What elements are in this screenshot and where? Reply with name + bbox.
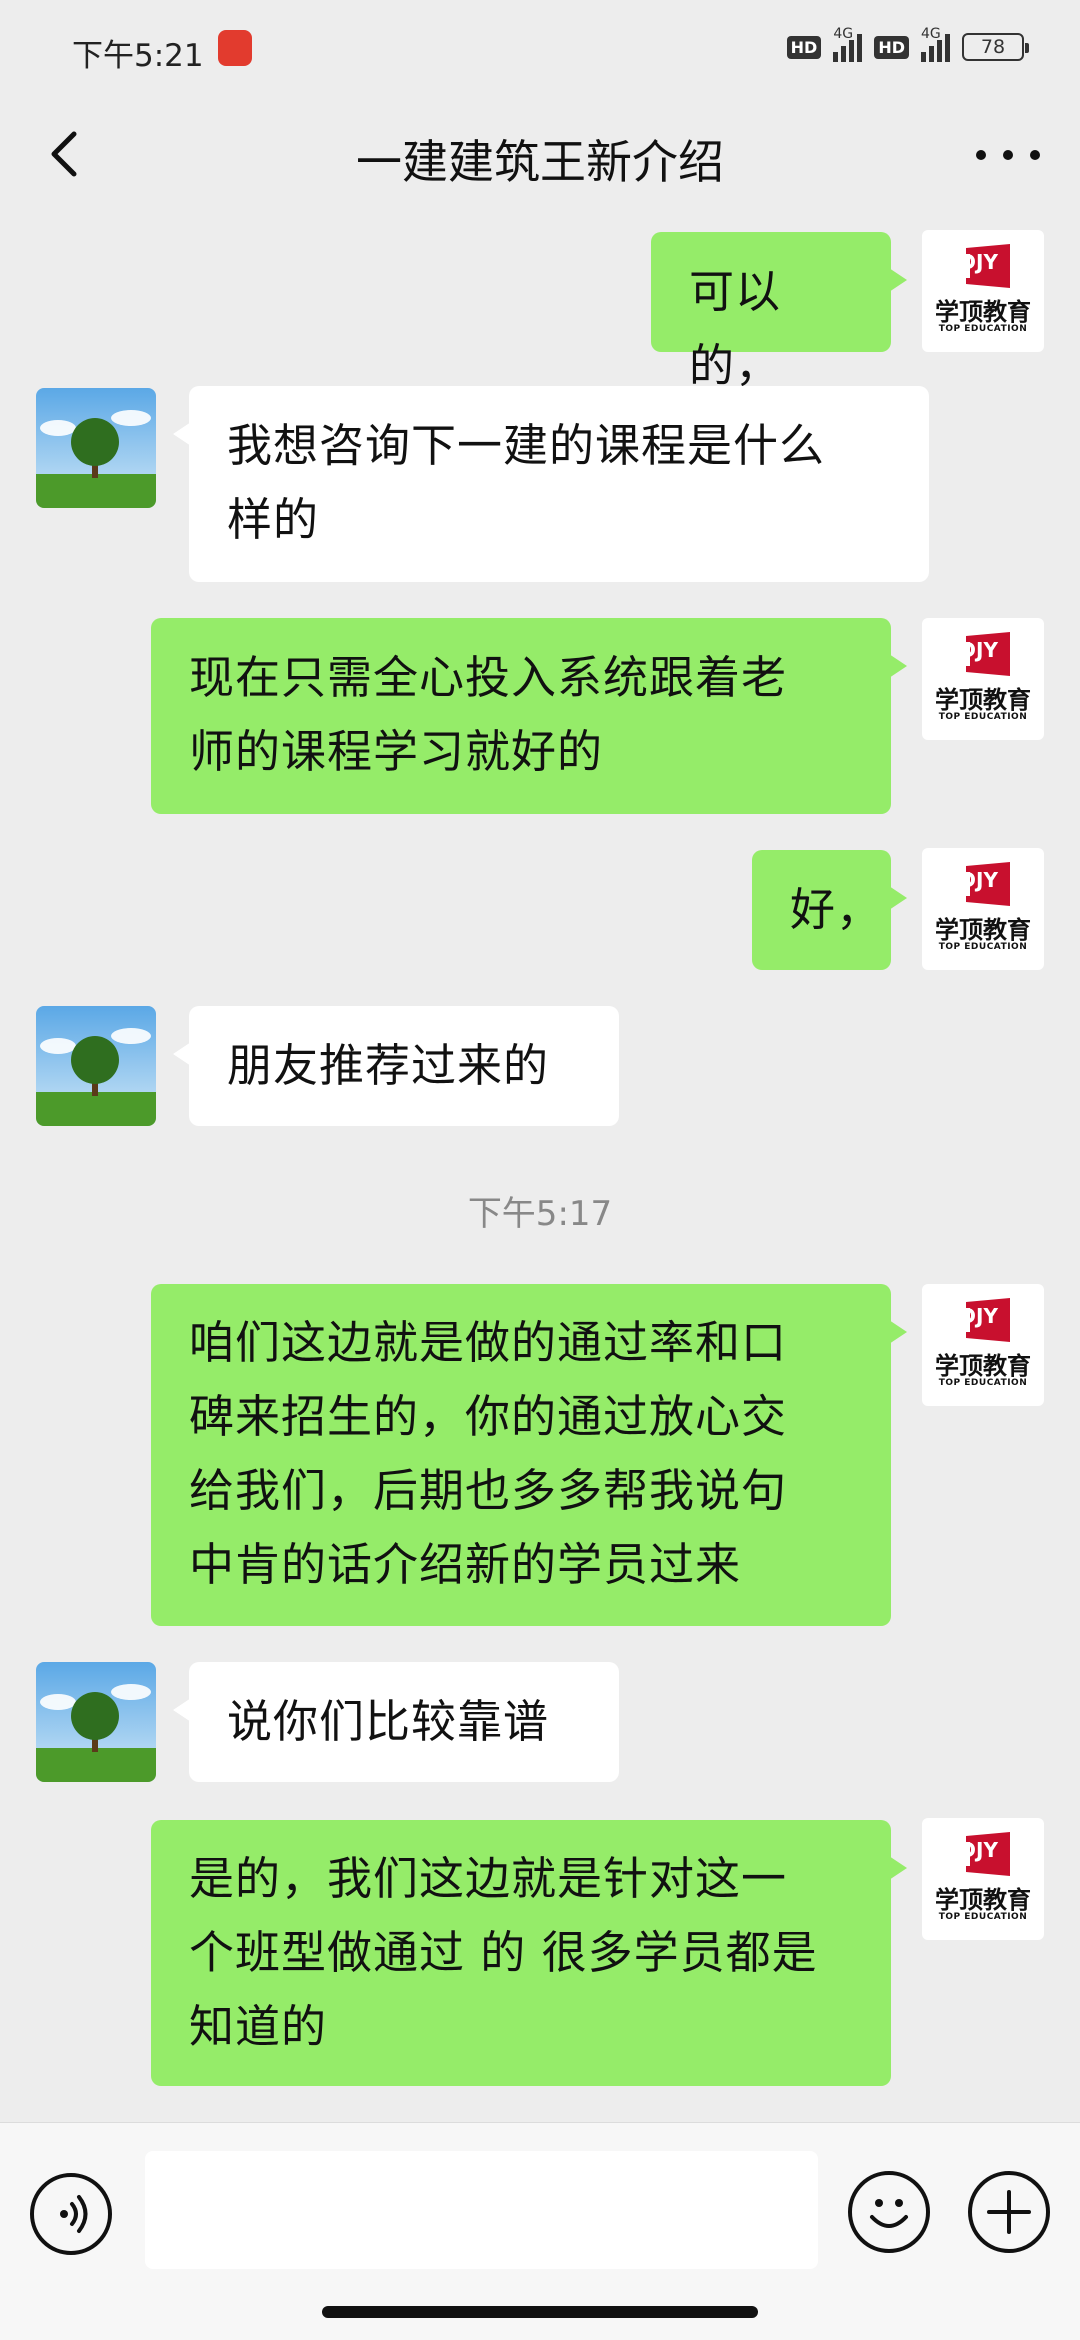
emoji-button[interactable] [848, 2171, 930, 2253]
home-indicator[interactable] [322, 2306, 758, 2318]
voice-icon [60, 2195, 88, 2233]
status-time: 下午5:21 [72, 38, 204, 74]
message-line: 是的，我们这边就是针对这一 [189, 1852, 788, 1905]
message-line: 中肯的话介绍新的学员过来 [189, 1538, 742, 1591]
message-line: 现在只需全心投入系统跟着老 [189, 651, 788, 704]
message-line: 给我们，后期也多多帮我说句 [189, 1464, 788, 1517]
message-bubble-sent[interactable]: 现在只需全心投入系统跟着老 师的课程学习就好的 [151, 618, 907, 814]
battery-icon: 78 [962, 33, 1029, 61]
message-bubble-sent[interactable]: 好， [752, 850, 907, 970]
message-bubble-received[interactable]: 说你们比较靠谱 [173, 1662, 619, 1782]
more-button[interactable] [976, 130, 1040, 180]
logo-cn-text: 学顶教育 [935, 686, 1031, 714]
logo-en-text: TOP EDUCATION [938, 1912, 1028, 1922]
logo-cn-text: 学顶教育 [935, 916, 1031, 944]
message-line: 我想咨询下一建的课程是什么 [227, 419, 826, 472]
logo-cn-text: 学顶教育 [935, 1352, 1031, 1380]
message-line: 师的课程学习就好的 [189, 725, 604, 778]
logo-mark-text: XDJY [944, 868, 998, 892]
logo-cn-text: 学顶教育 [935, 1886, 1031, 1914]
emoji-icon [870, 2199, 908, 2228]
message-line: 知道的 [189, 2000, 328, 2053]
logo-en-text: TOP EDUCATION [938, 942, 1028, 952]
network-label: 4G [833, 26, 854, 42]
chat-timestamp: 下午5:17 [467, 1194, 613, 1234]
message-line: 碑来招生的，你的通过放心交 [189, 1390, 788, 1443]
plus-icon [987, 2190, 1031, 2234]
logo-mark-text: XDJY [944, 1304, 998, 1328]
message-bubble-sent[interactable]: 可以的， [651, 232, 907, 392]
logo-en-text: TOP EDUCATION [938, 324, 1028, 334]
tree-avatar-icon [36, 1662, 156, 1782]
message-line: 咱们这边就是做的通过率和口 [189, 1316, 788, 1369]
message-bubble-received[interactable]: 我想咨询下一建的课程是什么 样的 [173, 386, 929, 582]
avatar-contact[interactable] [36, 388, 156, 508]
message-bubble-sent[interactable]: 咱们这边就是做的通过率和口 碑来招生的，你的通过放心交 给我们，后期也多多帮我说… [151, 1284, 907, 1626]
message-line: 样的 [227, 493, 320, 546]
signal-icon: 4G [833, 26, 863, 62]
more-dots-icon [976, 150, 986, 160]
logo-mark-text: XDJY [944, 1838, 998, 1862]
avatar-self[interactable]: XDJY 学顶教育 TOP EDUCATION [922, 618, 1044, 740]
hd-badge: HD [786, 35, 822, 59]
message-line: 个班型做通过 的 很多学员都是 [189, 1926, 818, 1979]
voice-button[interactable] [30, 2173, 112, 2255]
avatar-self[interactable]: XDJY 学顶教育 TOP EDUCATION [922, 1284, 1044, 1406]
logo-mark-text: XDJY [944, 250, 998, 274]
avatar-self[interactable]: XDJY 学顶教育 TOP EDUCATION [922, 848, 1044, 970]
message-line: 说你们比较靠谱 [227, 1695, 550, 1748]
logo-cn-text: 学顶教育 [935, 298, 1031, 326]
notification-app-icon [218, 30, 252, 66]
logo-en-text: TOP EDUCATION [938, 1378, 1028, 1388]
status-bar: 下午5:21 HD 4G HD 4G 78 [0, 0, 1080, 100]
logo-en-text: TOP EDUCATION [938, 712, 1028, 722]
avatar-contact[interactable] [36, 1662, 156, 1782]
message-input[interactable] [145, 2151, 818, 2269]
avatar-self[interactable]: XDJY 学顶教育 TOP EDUCATION [922, 230, 1044, 352]
message-line: 好， [790, 883, 883, 936]
tree-avatar-icon [36, 1006, 156, 1126]
tree-avatar-icon [36, 388, 156, 508]
message-line: 朋友推荐过来的 [227, 1039, 550, 1092]
hd-badge-2: HD [874, 35, 909, 59]
signal-icon-2: 4G [921, 26, 950, 62]
logo-mark-text: XDJY [944, 638, 998, 662]
avatar-self[interactable]: XDJY 学顶教育 TOP EDUCATION [922, 1818, 1044, 1940]
message-bubble-received[interactable]: 朋友推荐过来的 [173, 1006, 619, 1126]
chat-title: 一建建筑王新介绍 [356, 135, 724, 189]
plus-button[interactable] [968, 2171, 1050, 2253]
message-line: 可以的， [689, 265, 782, 392]
message-bubble-sent[interactable]: 是的，我们这边就是针对这一 个班型做通过 的 很多学员都是 知道的 [151, 1820, 907, 2086]
chat-header: 一建建筑王新介绍 [0, 100, 1080, 210]
avatar-contact[interactable] [36, 1006, 156, 1126]
network-label-2: 4G [921, 26, 941, 42]
status-indicators: HD 4G HD 4G 78 [786, 26, 1029, 62]
